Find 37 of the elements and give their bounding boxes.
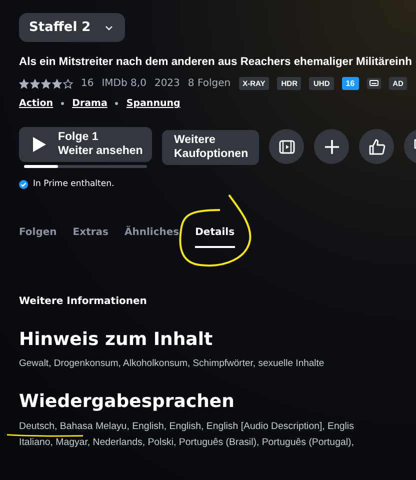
tab[interactable]: Extras [72, 227, 108, 248]
trailer-button[interactable] [269, 129, 304, 164]
rating-count: 16 [81, 78, 94, 89]
thumbs-up-icon [368, 138, 386, 156]
chevron-down-icon [104, 24, 113, 30]
prime-included-text: In Prime enthalten. [33, 179, 114, 189]
subtitles-icon [366, 78, 381, 89]
like-button[interactable] [359, 129, 394, 164]
plus-icon [322, 138, 340, 156]
play-button[interactable]: Folge 1 Weiter ansehen [19, 127, 152, 162]
section-title: Weitere Informationen [19, 296, 148, 307]
age-rating-badge: 16 [342, 77, 359, 90]
imdb-rating: IMDb 8,0 [102, 78, 146, 89]
season-dropdown[interactable]: Staffel 2 [19, 13, 125, 42]
content-note-text: Gewalt, Drogenkonsum, Alkoholkonsum, Schimpfwörter, sexuelle Inhalte [19, 358, 326, 369]
purchase-options-button[interactable]: Weitere Kaufoptionen [162, 130, 259, 165]
genre-link[interactable]: Drama [72, 98, 108, 109]
tab[interactable]: Ähnliches [124, 227, 180, 248]
genre-link[interactable]: Spannung [126, 98, 180, 109]
episode-count: 8 Folgen [188, 78, 231, 89]
star-icon [52, 78, 62, 88]
star-icon [19, 78, 29, 88]
genre-link[interactable]: Action [19, 98, 54, 109]
tab[interactable]: Folgen [19, 227, 57, 248]
star-icon [30, 78, 40, 88]
film-icon [278, 138, 296, 156]
description-text: Als ein Mitstreiter nach dem anderen aus Reachers ehemaliger Militäreinh [19, 56, 413, 68]
content-note-heading: Hinweis zum Inhalt [19, 329, 214, 350]
add-to-watchlist-button[interactable] [314, 129, 349, 164]
play-icon [33, 137, 46, 152]
release-year: 2023 [154, 78, 180, 89]
star-icon [63, 78, 73, 88]
languages-text: Italiano, Magyar, Nederlands, Polski, Português (Brasil), Português (Portugal), [19, 437, 355, 449]
tab[interactable]: Details [195, 227, 235, 248]
languages-heading: Wiedergabesprachen [19, 391, 236, 412]
star-icon [41, 78, 51, 88]
languages-text: Deutsch, Bahasa Melayu, English, English, English [Audio Description], Englis [19, 421, 355, 433]
